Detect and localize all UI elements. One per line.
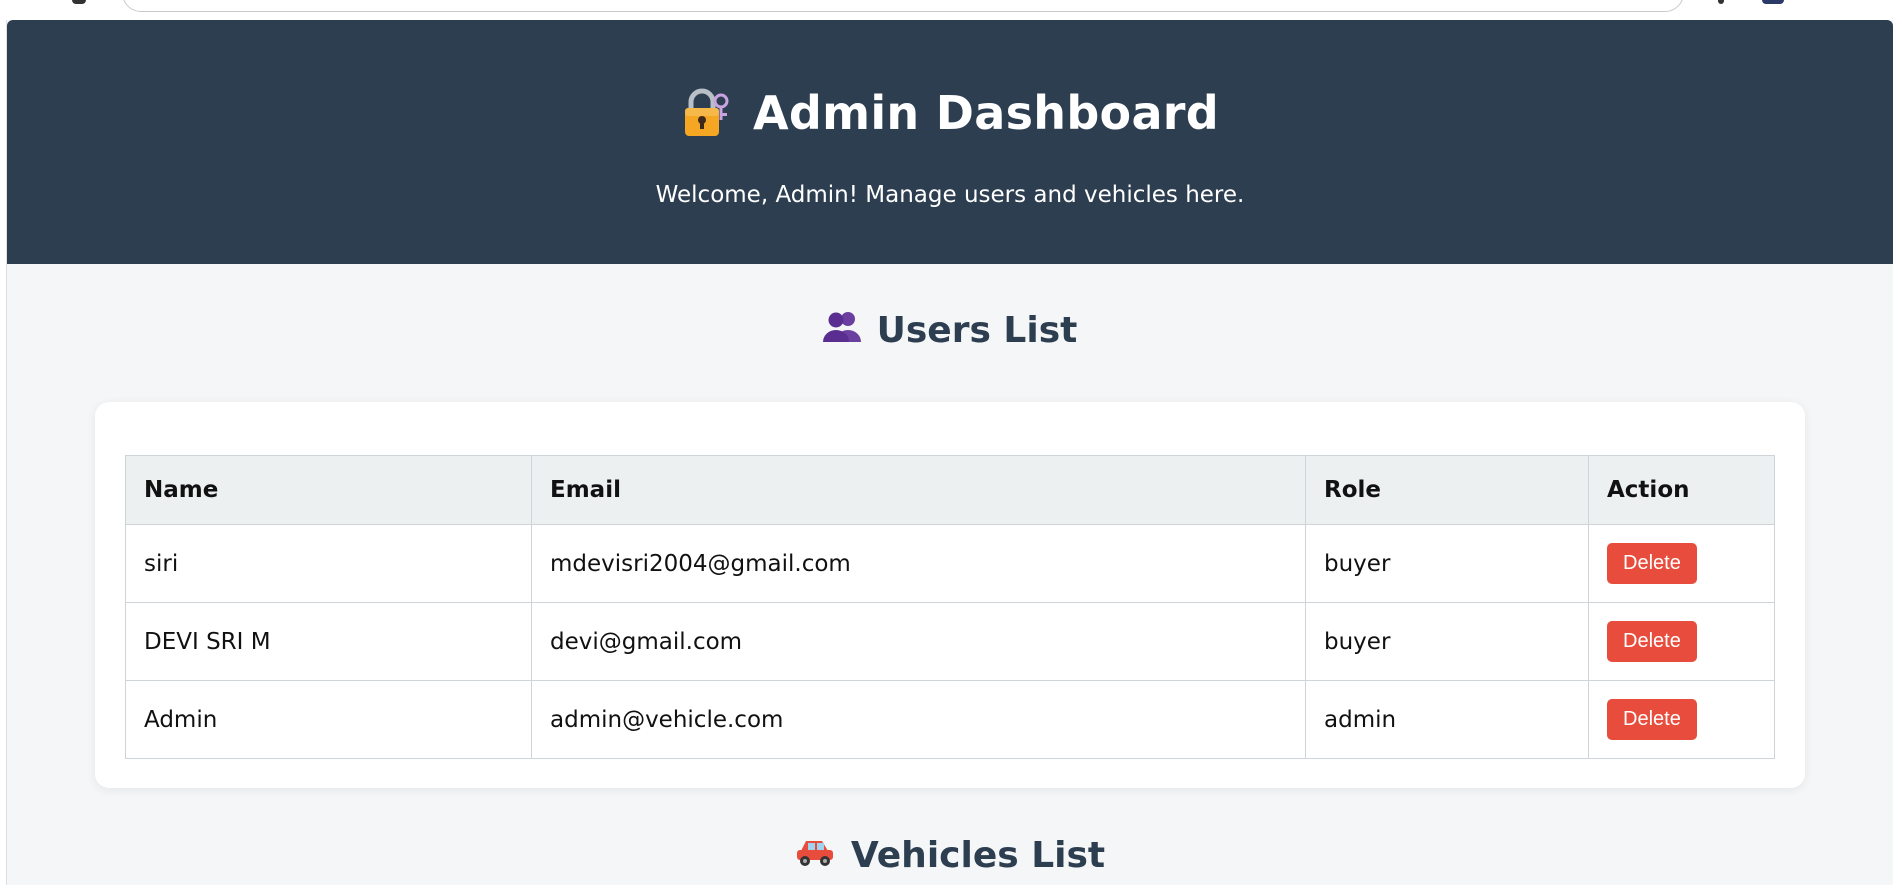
page-title-text: Admin Dashboard xyxy=(752,86,1220,140)
users-table: Name Email Role Action siri mdevisri2004… xyxy=(125,455,1775,759)
dashboard-header: Admin Dashboard Welcome, Admin! Manage u… xyxy=(7,20,1893,264)
vehicles-section-title-text: Vehicles List xyxy=(850,835,1106,876)
user-action-cell: Delete xyxy=(1588,524,1775,603)
user-name: Admin xyxy=(125,680,532,759)
user-role: buyer xyxy=(1305,524,1589,603)
table-row: DEVI SRI M devi@gmail.com buyer Delete xyxy=(125,602,1775,681)
user-name: siri xyxy=(125,524,532,603)
user-action-cell: Delete xyxy=(1588,602,1775,681)
column-header-role: Role xyxy=(1305,455,1589,525)
profile-icon[interactable] xyxy=(1762,0,1784,4)
address-bar[interactable] xyxy=(122,0,1684,12)
user-email: devi@gmail.com xyxy=(531,602,1306,681)
busts-in-silhouette-icon xyxy=(822,310,861,351)
browser-toolbar xyxy=(0,0,1893,20)
delete-user-button[interactable]: Delete xyxy=(1607,543,1697,584)
users-section-title-text: Users List xyxy=(876,310,1078,351)
column-header-action: Action xyxy=(1588,455,1775,525)
column-header-name: Name xyxy=(125,455,532,525)
user-email: mdevisri2004@gmail.com xyxy=(531,524,1306,603)
delete-user-button[interactable]: Delete xyxy=(1607,699,1697,740)
table-header-row: Name Email Role Action xyxy=(125,455,1775,525)
extension-icon[interactable] xyxy=(1718,0,1724,4)
table-row: siri mdevisri2004@gmail.com buyer Delete xyxy=(125,524,1775,603)
browser-icon[interactable] xyxy=(72,0,86,4)
user-email: admin@vehicle.com xyxy=(531,680,1306,759)
column-header-email: Email xyxy=(531,455,1306,525)
user-role: admin xyxy=(1305,680,1589,759)
page-title: Admin Dashboard xyxy=(7,86,1893,140)
delete-user-button[interactable]: Delete xyxy=(1607,621,1697,662)
car-icon xyxy=(795,835,835,876)
users-section-title: Users List xyxy=(7,310,1893,351)
users-table-card: Name Email Role Action siri mdevisri2004… xyxy=(95,402,1805,788)
page: Admin Dashboard Welcome, Admin! Manage u… xyxy=(6,20,1893,885)
vehicles-section-title: Vehicles List xyxy=(7,835,1893,876)
welcome-message: Welcome, Admin! Manage users and vehicle… xyxy=(655,182,1245,208)
user-action-cell: Delete xyxy=(1588,680,1775,759)
locked-with-key-icon xyxy=(681,87,731,139)
user-name: DEVI SRI M xyxy=(125,602,532,681)
user-role: buyer xyxy=(1305,602,1589,681)
table-row: Admin admin@vehicle.com admin Delete xyxy=(125,680,1775,759)
